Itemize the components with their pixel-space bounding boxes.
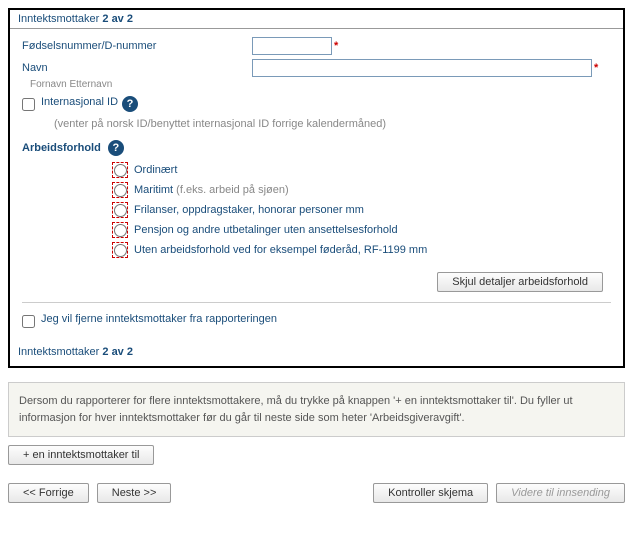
arbeidsforhold-title: Arbeidsforhold ? xyxy=(22,140,611,156)
remove-label: Jeg vil fjerne inntektsmottaker fra rapp… xyxy=(41,313,277,325)
bottom-prefix: Inntektsmottaker xyxy=(18,346,99,358)
radio-uten[interactable] xyxy=(114,244,127,257)
radio-row: Uten arbeidsforhold ved for eksempel fød… xyxy=(112,242,611,258)
nav-left: << Forrige Neste >> xyxy=(8,483,171,503)
remove-checkbox[interactable] xyxy=(22,315,35,328)
detail-toggle-row: Skjul detaljer arbeidsforhold xyxy=(22,272,611,292)
nav-right: Kontroller skjema Videre til innsending xyxy=(373,483,625,503)
remove-row: Jeg vil fjerne inntektsmottaker fra rapp… xyxy=(22,313,611,328)
radio-maritimt[interactable] xyxy=(114,184,127,197)
bottom-counter: Inntektsmottaker 2 av 2 xyxy=(10,342,623,366)
radio-label: Maritimt (f.eks. arbeid på sjøen) xyxy=(134,184,289,196)
header-prefix: Inntektsmottaker xyxy=(18,13,99,25)
help-icon[interactable]: ? xyxy=(122,96,138,112)
required-icon: * xyxy=(334,40,338,52)
add-recipient-button[interactable]: + en inntektsmottaker til xyxy=(8,445,154,465)
navn-input[interactable] xyxy=(252,59,592,77)
radio-row: Maritimt (f.eks. arbeid på sjøen) xyxy=(112,182,611,198)
navn-hint: Fornavn Etternavn xyxy=(30,79,611,90)
form-section: Fødselsnummer/D-nummer * Navn * Fornavn … xyxy=(10,29,623,342)
required-icon: * xyxy=(594,62,598,74)
prev-button[interactable]: << Forrige xyxy=(8,483,89,503)
radio-label: Pensjon og andre utbetalinger uten anset… xyxy=(134,224,398,236)
info-box: Dersom du rapporterer for flere inntekts… xyxy=(8,382,625,437)
radio-error-box xyxy=(112,222,128,238)
help-icon[interactable]: ? xyxy=(108,140,124,156)
radio-label: Ordinært xyxy=(134,164,177,176)
radio-frilanser[interactable] xyxy=(114,204,127,217)
header-count: 2 av 2 xyxy=(102,13,133,25)
intl-id-checkbox[interactable] xyxy=(22,98,35,111)
intl-id-hint: (venter på norsk ID/benyttet internasjon… xyxy=(54,118,611,130)
radio-error-box xyxy=(112,202,128,218)
radio-row: Ordinært xyxy=(112,162,611,178)
radio-label: Frilanser, oppdragstaker, honorar person… xyxy=(134,204,364,216)
navn-row: Navn * xyxy=(22,59,611,77)
bottom-count: 2 av 2 xyxy=(102,346,133,358)
divider xyxy=(22,302,611,303)
radio-error-box xyxy=(112,182,128,198)
fnr-label: Fødselsnummer/D-nummer xyxy=(22,40,252,52)
fnr-row: Fødselsnummer/D-nummer * xyxy=(22,37,611,55)
control-button[interactable]: Kontroller skjema xyxy=(373,483,488,503)
section-header: Inntektsmottaker 2 av 2 xyxy=(10,10,623,29)
radio-row: Pensjon og andre utbetalinger uten anset… xyxy=(112,222,611,238)
radio-row: Frilanser, oppdragstaker, honorar person… xyxy=(112,202,611,218)
main-panel: Inntektsmottaker 2 av 2 Fødselsnummer/D-… xyxy=(8,8,625,368)
intl-id-label: Internasjonal ID xyxy=(41,96,118,108)
arbeidsforhold-options: Ordinært Maritimt (f.eks. arbeid på sjøe… xyxy=(112,162,611,258)
fnr-input[interactable] xyxy=(252,37,332,55)
radio-error-box xyxy=(112,242,128,258)
toggle-details-button[interactable]: Skjul detaljer arbeidsforhold xyxy=(437,272,603,292)
intl-id-row: Internasjonal ID ? xyxy=(22,96,611,112)
radio-ordinaert[interactable] xyxy=(114,164,127,177)
nav-buttons: << Forrige Neste >> Kontroller skjema Vi… xyxy=(8,483,625,503)
add-button-row: + en inntektsmottaker til xyxy=(8,445,625,465)
radio-error-box xyxy=(112,162,128,178)
submit-button[interactable]: Videre til innsending xyxy=(496,483,625,503)
navn-label: Navn xyxy=(22,62,252,74)
next-button[interactable]: Neste >> xyxy=(97,483,172,503)
radio-label: Uten arbeidsforhold ved for eksempel fød… xyxy=(134,244,427,256)
radio-pensjon[interactable] xyxy=(114,224,127,237)
